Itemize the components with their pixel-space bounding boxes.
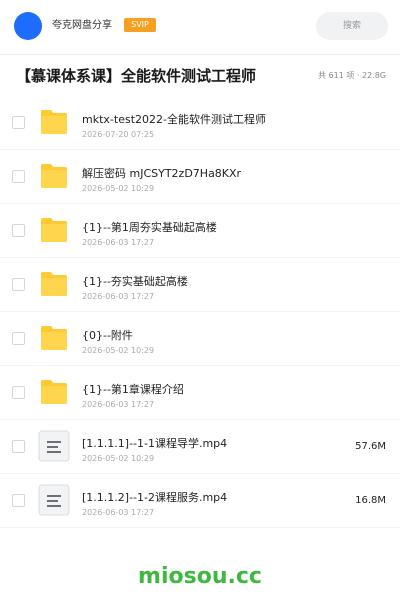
item-date: 2026-06-03 17:27 <box>82 508 155 517</box>
svip-badge: SVIP <box>124 18 156 32</box>
item-name: 解压密码 mJCSYT2zD7Ha8KXr <box>82 167 242 180</box>
folder-icon <box>41 164 67 188</box>
item-name: {1}--夯实基础起高楼 <box>82 275 188 288</box>
item-date: 2026-07-20 07:25 <box>82 130 155 139</box>
folder-summary: 共 611 项 · 22.8G <box>318 71 386 80</box>
select-checkbox[interactable] <box>12 170 25 183</box>
item-date: 2026-05-02 10:29 <box>82 346 155 355</box>
select-checkbox[interactable] <box>12 440 25 453</box>
list-item[interactable]: {1}--第1章课程介绍 2026-06-03 17:27 <box>0 366 400 420</box>
item-name: [1.1.1.1]--1-1课程导学.mp4 <box>82 437 228 450</box>
item-date: 2026-05-02 10:29 <box>82 454 155 463</box>
video-file-icon <box>38 430 70 462</box>
avatar[interactable] <box>14 12 42 40</box>
select-checkbox[interactable] <box>12 278 25 291</box>
folder-icon <box>41 110 67 134</box>
list-item[interactable]: mktx-test2022-全能软件测试工程师 2026-07-20 07:25 <box>0 96 400 150</box>
page-title: 【慕课体系课】全能软件测试工程师 <box>16 67 257 85</box>
file-list: mktx-test2022-全能软件测试工程师 2026-07-20 07:25… <box>0 96 400 528</box>
list-item[interactable]: [1.1.1.2]--1-2课程服务.mp4 2026-06-03 17:27 … <box>0 474 400 528</box>
select-checkbox[interactable] <box>12 386 25 399</box>
video-file-icon <box>38 484 70 516</box>
item-size: 16.8M <box>355 495 386 506</box>
item-name: {1}--第1周夯实基础起高楼 <box>82 221 217 234</box>
list-item[interactable]: {0}--附件 2026-05-02 10:29 <box>0 312 400 366</box>
list-item[interactable]: {1}--第1周夯实基础起高楼 2026-06-03 17:27 <box>0 204 400 258</box>
select-checkbox[interactable] <box>12 116 25 129</box>
folder-icon <box>41 218 67 242</box>
item-date: 2026-05-02 10:29 <box>82 184 155 193</box>
item-date: 2026-06-03 17:27 <box>82 292 155 301</box>
item-name: [1.1.1.2]--1-2课程服务.mp4 <box>82 491 228 504</box>
item-name: {0}--附件 <box>82 329 133 342</box>
item-name: mktx-test2022-全能软件测试工程师 <box>82 113 266 126</box>
folder-icon <box>41 380 67 404</box>
sharer-name: 夸克网盘分享 <box>52 20 112 31</box>
top-header: 夸克网盘分享 SVIP 搜索 <box>0 0 400 52</box>
list-item[interactable]: {1}--夯实基础起高楼 2026-06-03 17:27 <box>0 258 400 312</box>
select-checkbox[interactable] <box>12 494 25 507</box>
select-checkbox[interactable] <box>12 332 25 345</box>
list-item[interactable]: 解压密码 mJCSYT2zD7Ha8KXr 2026-05-02 10:29 <box>0 150 400 204</box>
item-date: 2026-06-03 17:27 <box>82 238 155 247</box>
list-item[interactable]: [1.1.1.1]--1-1课程导学.mp4 2026-05-02 10:29 … <box>0 420 400 474</box>
search-button[interactable]: 搜索 <box>316 12 388 40</box>
folder-title-bar: 【慕课体系课】全能软件测试工程师 共 611 项 · 22.8G <box>0 54 400 96</box>
folder-icon <box>41 272 67 296</box>
folder-icon <box>41 326 67 350</box>
watermark-logo: miosou.cc <box>138 564 262 589</box>
item-name: {1}--第1章课程介绍 <box>82 383 184 396</box>
item-date: 2026-06-03 17:27 <box>82 400 155 409</box>
item-size: 57.6M <box>355 441 386 452</box>
select-checkbox[interactable] <box>12 224 25 237</box>
